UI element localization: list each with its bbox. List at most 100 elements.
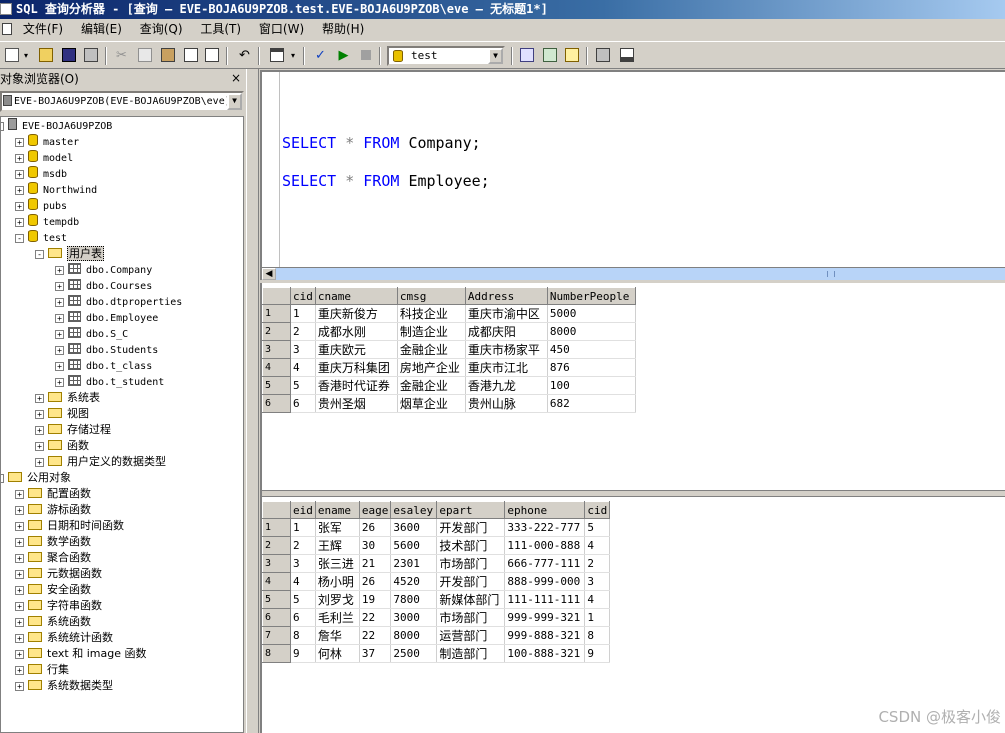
table-cell[interactable]: 30 (359, 536, 392, 555)
company-results-grid[interactable]: cid cname cmsg Address NumberPeople 1 1 重庆新俊方 科技… (262, 287, 636, 413)
parse-query-icon[interactable]: ✓ (312, 47, 329, 64)
table-cell[interactable]: 8000 (547, 322, 636, 341)
table-cell[interactable]: 22 (359, 626, 392, 645)
table-cell[interactable]: 111-111-111 (504, 590, 586, 609)
table-cell[interactable]: 6 (290, 394, 316, 413)
row-number[interactable]: 6 (262, 608, 291, 627)
expand-icon[interactable]: + (15, 522, 24, 531)
object-browser-icon[interactable] (541, 47, 558, 64)
results-grid-icon[interactable] (268, 47, 285, 64)
tree-item[interactable]: + dbo.Employee (55, 310, 158, 326)
table-cell[interactable]: 22 (359, 608, 392, 627)
table-cell[interactable]: 1 (584, 608, 611, 627)
table-cell[interactable]: 金融企业 (397, 340, 466, 359)
table-cell[interactable]: 开发部门 (436, 518, 506, 537)
tree-item[interactable]: + 聚合函数 (15, 550, 91, 566)
expand-icon[interactable]: + (15, 202, 24, 211)
expand-icon[interactable]: + (15, 570, 24, 579)
tree-item[interactable]: - EVE-BOJA6U9PZOB (1, 118, 112, 134)
table-cell[interactable]: 市场部门 (436, 554, 506, 573)
table-cell[interactable]: 26 (359, 572, 392, 591)
tree-item[interactable]: + 用户定义的数据类型 (35, 454, 166, 470)
table-cell[interactable]: 张军 (315, 518, 360, 537)
tree-item[interactable]: + 系统数据类型 (15, 678, 113, 694)
tree-item[interactable]: + dbo.dtproperties (55, 294, 182, 310)
tree-item[interactable]: + 函数 (35, 438, 89, 454)
table-cell[interactable]: 2301 (390, 554, 438, 573)
table-row[interactable]: 5 5 香港时代证券 金融企业 香港九龙 100 (262, 376, 636, 395)
column-header[interactable]: esaley (390, 501, 438, 519)
column-header[interactable]: NumberPeople (546, 287, 636, 305)
collapse-icon[interactable]: - (1, 474, 4, 483)
tree-item[interactable]: + master (15, 134, 79, 150)
tree-item[interactable]: + 日期和时间函数 (15, 518, 124, 534)
table-cell[interactable]: 房地产企业 (397, 358, 466, 377)
table-cell[interactable]: 5 (290, 376, 316, 395)
table-cell[interactable]: 3 (290, 554, 316, 573)
table-cell[interactable]: 香港九龙 (465, 376, 548, 395)
tree-item[interactable]: + 安全函数 (15, 582, 91, 598)
expand-icon[interactable]: + (55, 346, 64, 355)
table-cell[interactable]: 何林 (315, 644, 360, 663)
table-cell[interactable]: 3000 (390, 608, 438, 627)
table-row[interactable]: 1 1 张军 26 3600 开发部门 333-222-777 5 (262, 518, 611, 537)
table-cell[interactable]: 4520 (390, 572, 438, 591)
row-number[interactable]: 2 (262, 536, 291, 555)
expand-icon[interactable]: + (35, 442, 44, 451)
expand-icon[interactable]: + (15, 554, 24, 563)
column-header[interactable]: eid (290, 501, 316, 519)
expand-icon[interactable]: + (35, 410, 44, 419)
tree-item[interactable]: + 系统函数 (15, 614, 91, 630)
pane-splitter[interactable] (246, 69, 259, 733)
table-cell[interactable]: 张三进 (315, 554, 360, 573)
find-icon[interactable] (203, 47, 220, 64)
tree-item[interactable]: - 用户表 (35, 246, 104, 262)
tree-item[interactable]: - test (15, 230, 67, 246)
table-cell[interactable]: 666-777-111 (504, 554, 586, 573)
show-results-pane-icon[interactable] (618, 47, 635, 64)
table-cell[interactable]: 9 (290, 644, 316, 663)
table-cell[interactable]: 杨小明 (315, 572, 360, 591)
table-cell[interactable]: 888-999-000 (504, 572, 586, 591)
copy-icon[interactable] (136, 47, 153, 64)
table-cell[interactable]: 重庆市杨家平 (465, 340, 548, 359)
editor-horizontal-scrollbar[interactable]: ◀ (262, 267, 1005, 280)
table-cell[interactable]: 香港时代证券 (315, 376, 398, 395)
collapse-icon[interactable]: - (1, 122, 4, 131)
table-cell[interactable]: 重庆万科集团 (315, 358, 398, 377)
expand-icon[interactable]: + (15, 490, 24, 499)
table-row[interactable]: 7 8 詹华 22 8000 运营部门 999-888-321 8 (262, 626, 611, 645)
table-cell[interactable]: 运营部门 (436, 626, 506, 645)
table-row[interactable]: 4 4 杨小明 26 4520 开发部门 888-999-000 3 (262, 572, 611, 591)
table-cell[interactable]: 烟草企业 (397, 394, 466, 413)
table-cell[interactable]: 贵州圣烟 (315, 394, 398, 413)
column-header[interactable]: cmsg (396, 287, 466, 305)
tree-item[interactable]: + dbo.Company (55, 262, 152, 278)
tree-item[interactable]: + 数学函数 (15, 534, 91, 550)
table-cell[interactable]: 111-000-888 (504, 536, 586, 555)
table-cell[interactable]: 19 (359, 590, 392, 609)
tree-item[interactable]: + 视图 (35, 406, 89, 422)
insert-template-icon[interactable] (82, 47, 99, 64)
table-cell[interactable]: 37 (359, 644, 392, 663)
scroll-left-icon[interactable]: ◀ (262, 268, 276, 280)
row-number[interactable]: 3 (262, 554, 291, 573)
column-header[interactable]: cid (290, 287, 316, 305)
expand-icon[interactable]: + (15, 538, 24, 547)
column-header[interactable]: cid (584, 501, 611, 519)
menu-window[interactable]: 窗口(W) (252, 19, 311, 40)
table-cell[interactable]: 王辉 (315, 536, 360, 555)
open-folder-icon[interactable] (37, 47, 54, 64)
table-cell[interactable]: 100 (547, 376, 636, 395)
row-number[interactable]: 1 (262, 518, 291, 537)
expand-icon[interactable]: + (15, 618, 24, 627)
table-cell[interactable]: 5 (290, 590, 316, 609)
expand-icon[interactable]: + (15, 186, 24, 195)
expand-icon[interactable]: + (15, 506, 24, 515)
table-cell[interactable]: 3600 (390, 518, 438, 537)
column-header[interactable]: eage (358, 501, 392, 519)
database-select[interactable]: test ▼ (387, 46, 505, 66)
table-cell[interactable]: 重庆欧元 (315, 340, 398, 359)
tree-item[interactable]: + tempdb (15, 214, 79, 230)
table-row[interactable]: 5 5 刘罗戈 19 7800 新媒体部门 111-111-111 4 (262, 590, 611, 609)
